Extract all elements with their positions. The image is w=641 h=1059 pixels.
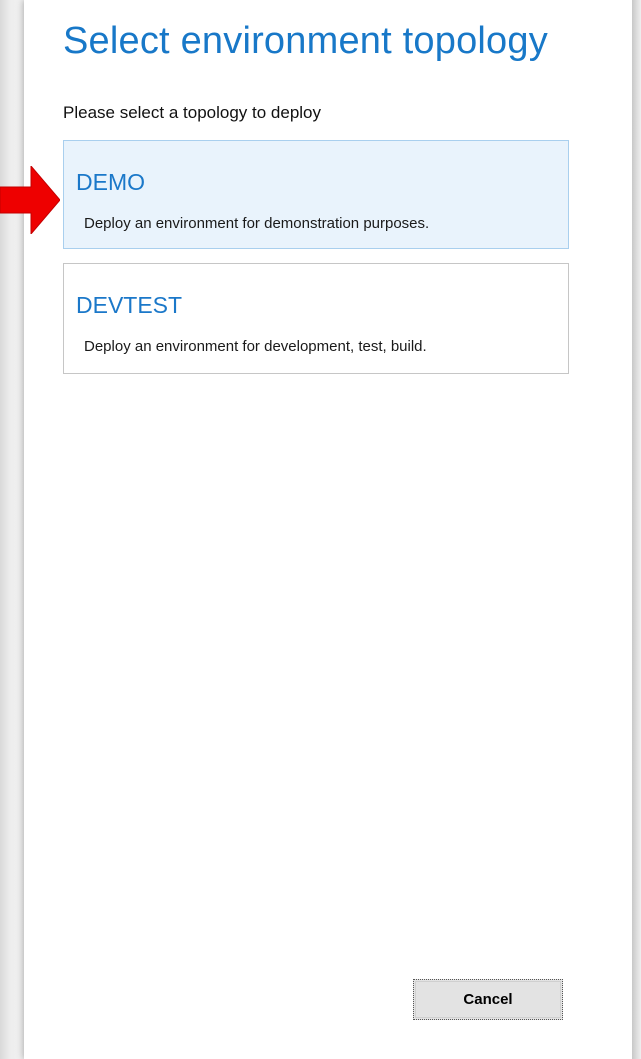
page-title: Select environment topology: [63, 20, 548, 62]
instruction-text: Please select a topology to deploy: [63, 103, 322, 122]
option-description-devtest: Deploy an environment for development, t…: [84, 338, 427, 355]
option-title-demo: DEMO: [76, 169, 145, 195]
cancel-button[interactable]: Cancel: [413, 979, 563, 1020]
option-card-demo[interactable]: DEMO Deploy an environment for demonstra…: [63, 140, 569, 249]
option-card-devtest[interactable]: DEVTEST Deploy an environment for develo…: [63, 263, 569, 374]
option-description-demo: Deploy an environment for demonstration …: [84, 215, 430, 232]
window-edge: [632, 0, 641, 1059]
arrow-right-icon: [0, 166, 60, 234]
option-title-devtest: DEVTEST: [76, 292, 183, 318]
